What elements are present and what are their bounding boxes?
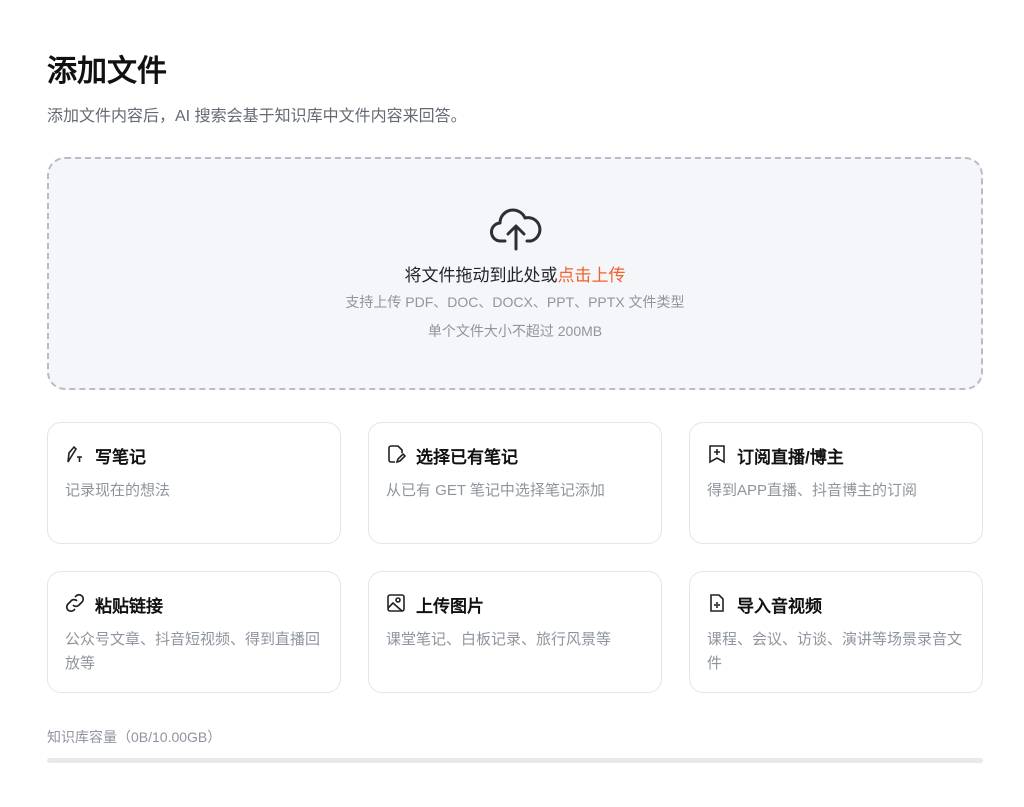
click-upload-link[interactable]: 点击上传: [558, 266, 626, 285]
dropzone-instruction: 将文件拖动到此处或点击上传: [49, 261, 981, 286]
file-dropzone[interactable]: 将文件拖动到此处或点击上传 支持上传 PDF、DOC、DOCX、PPT、PPTX…: [47, 157, 983, 390]
note-icon: [388, 445, 406, 464]
select-note-card[interactable]: 选择已有笔记 从已有 GET 笔记中选择笔记添加: [368, 422, 662, 544]
import-audio-video-card[interactable]: 导入音视频 课程、会议、访谈、演讲等场景录音文件: [689, 571, 983, 693]
page-subtitle: 添加文件内容后，AI 搜索会基于知识库中文件内容来回答。: [47, 108, 467, 125]
upload-image-card[interactable]: 上传图片 课堂笔记、白板记录、旅行风景等: [368, 571, 662, 693]
card-title: 选择已有笔记: [416, 448, 518, 467]
card-title: 写笔记: [95, 448, 146, 467]
card-desc: 课程、会议、访谈、演讲等场景录音文件: [707, 631, 963, 672]
write-note-card[interactable]: 写笔记 记录现在的想法: [47, 422, 341, 544]
card-desc: 记录现在的想法: [65, 482, 171, 499]
card-title: 订阅直播/博主: [737, 448, 844, 467]
paste-link-card[interactable]: 粘贴链接 公众号文章、抖音短视频、得到直播回放等: [47, 571, 341, 693]
card-desc: 得到APP直播、抖音博主的订阅: [707, 482, 918, 499]
supported-formats: 支持上传 PDF、DOC、DOCX、PPT、PPTX 文件类型: [345, 294, 685, 310]
subscribe-card[interactable]: 订阅直播/博主 得到APP直播、抖音博主的订阅: [689, 422, 983, 544]
drop-text: 将文件拖动到此处或: [404, 266, 558, 285]
capacity-bar: [47, 758, 983, 763]
bookmark-plus-icon: [709, 445, 725, 464]
size-limit: 单个文件大小不超过 200MB: [427, 323, 603, 339]
pen-icon: [67, 445, 82, 463]
page-title: 添加文件: [47, 55, 167, 88]
card-title: 导入音视频: [737, 597, 822, 616]
card-desc: 课堂笔记、白板记录、旅行风景等: [386, 631, 612, 648]
image-icon: [387, 594, 405, 612]
card-desc: 公众号文章、抖音短视频、得到直播回放等: [65, 631, 321, 672]
card-title: 粘贴链接: [95, 597, 163, 616]
card-title: 上传图片: [416, 597, 484, 616]
link-icon: [65, 593, 85, 613]
audio-file-icon: [710, 594, 724, 612]
cloud-upload-icon: [490, 208, 542, 251]
card-desc: 从已有 GET 笔记中选择笔记添加: [386, 482, 605, 499]
capacity-label: 知识库容量（0B/10.00GB）: [47, 729, 222, 745]
